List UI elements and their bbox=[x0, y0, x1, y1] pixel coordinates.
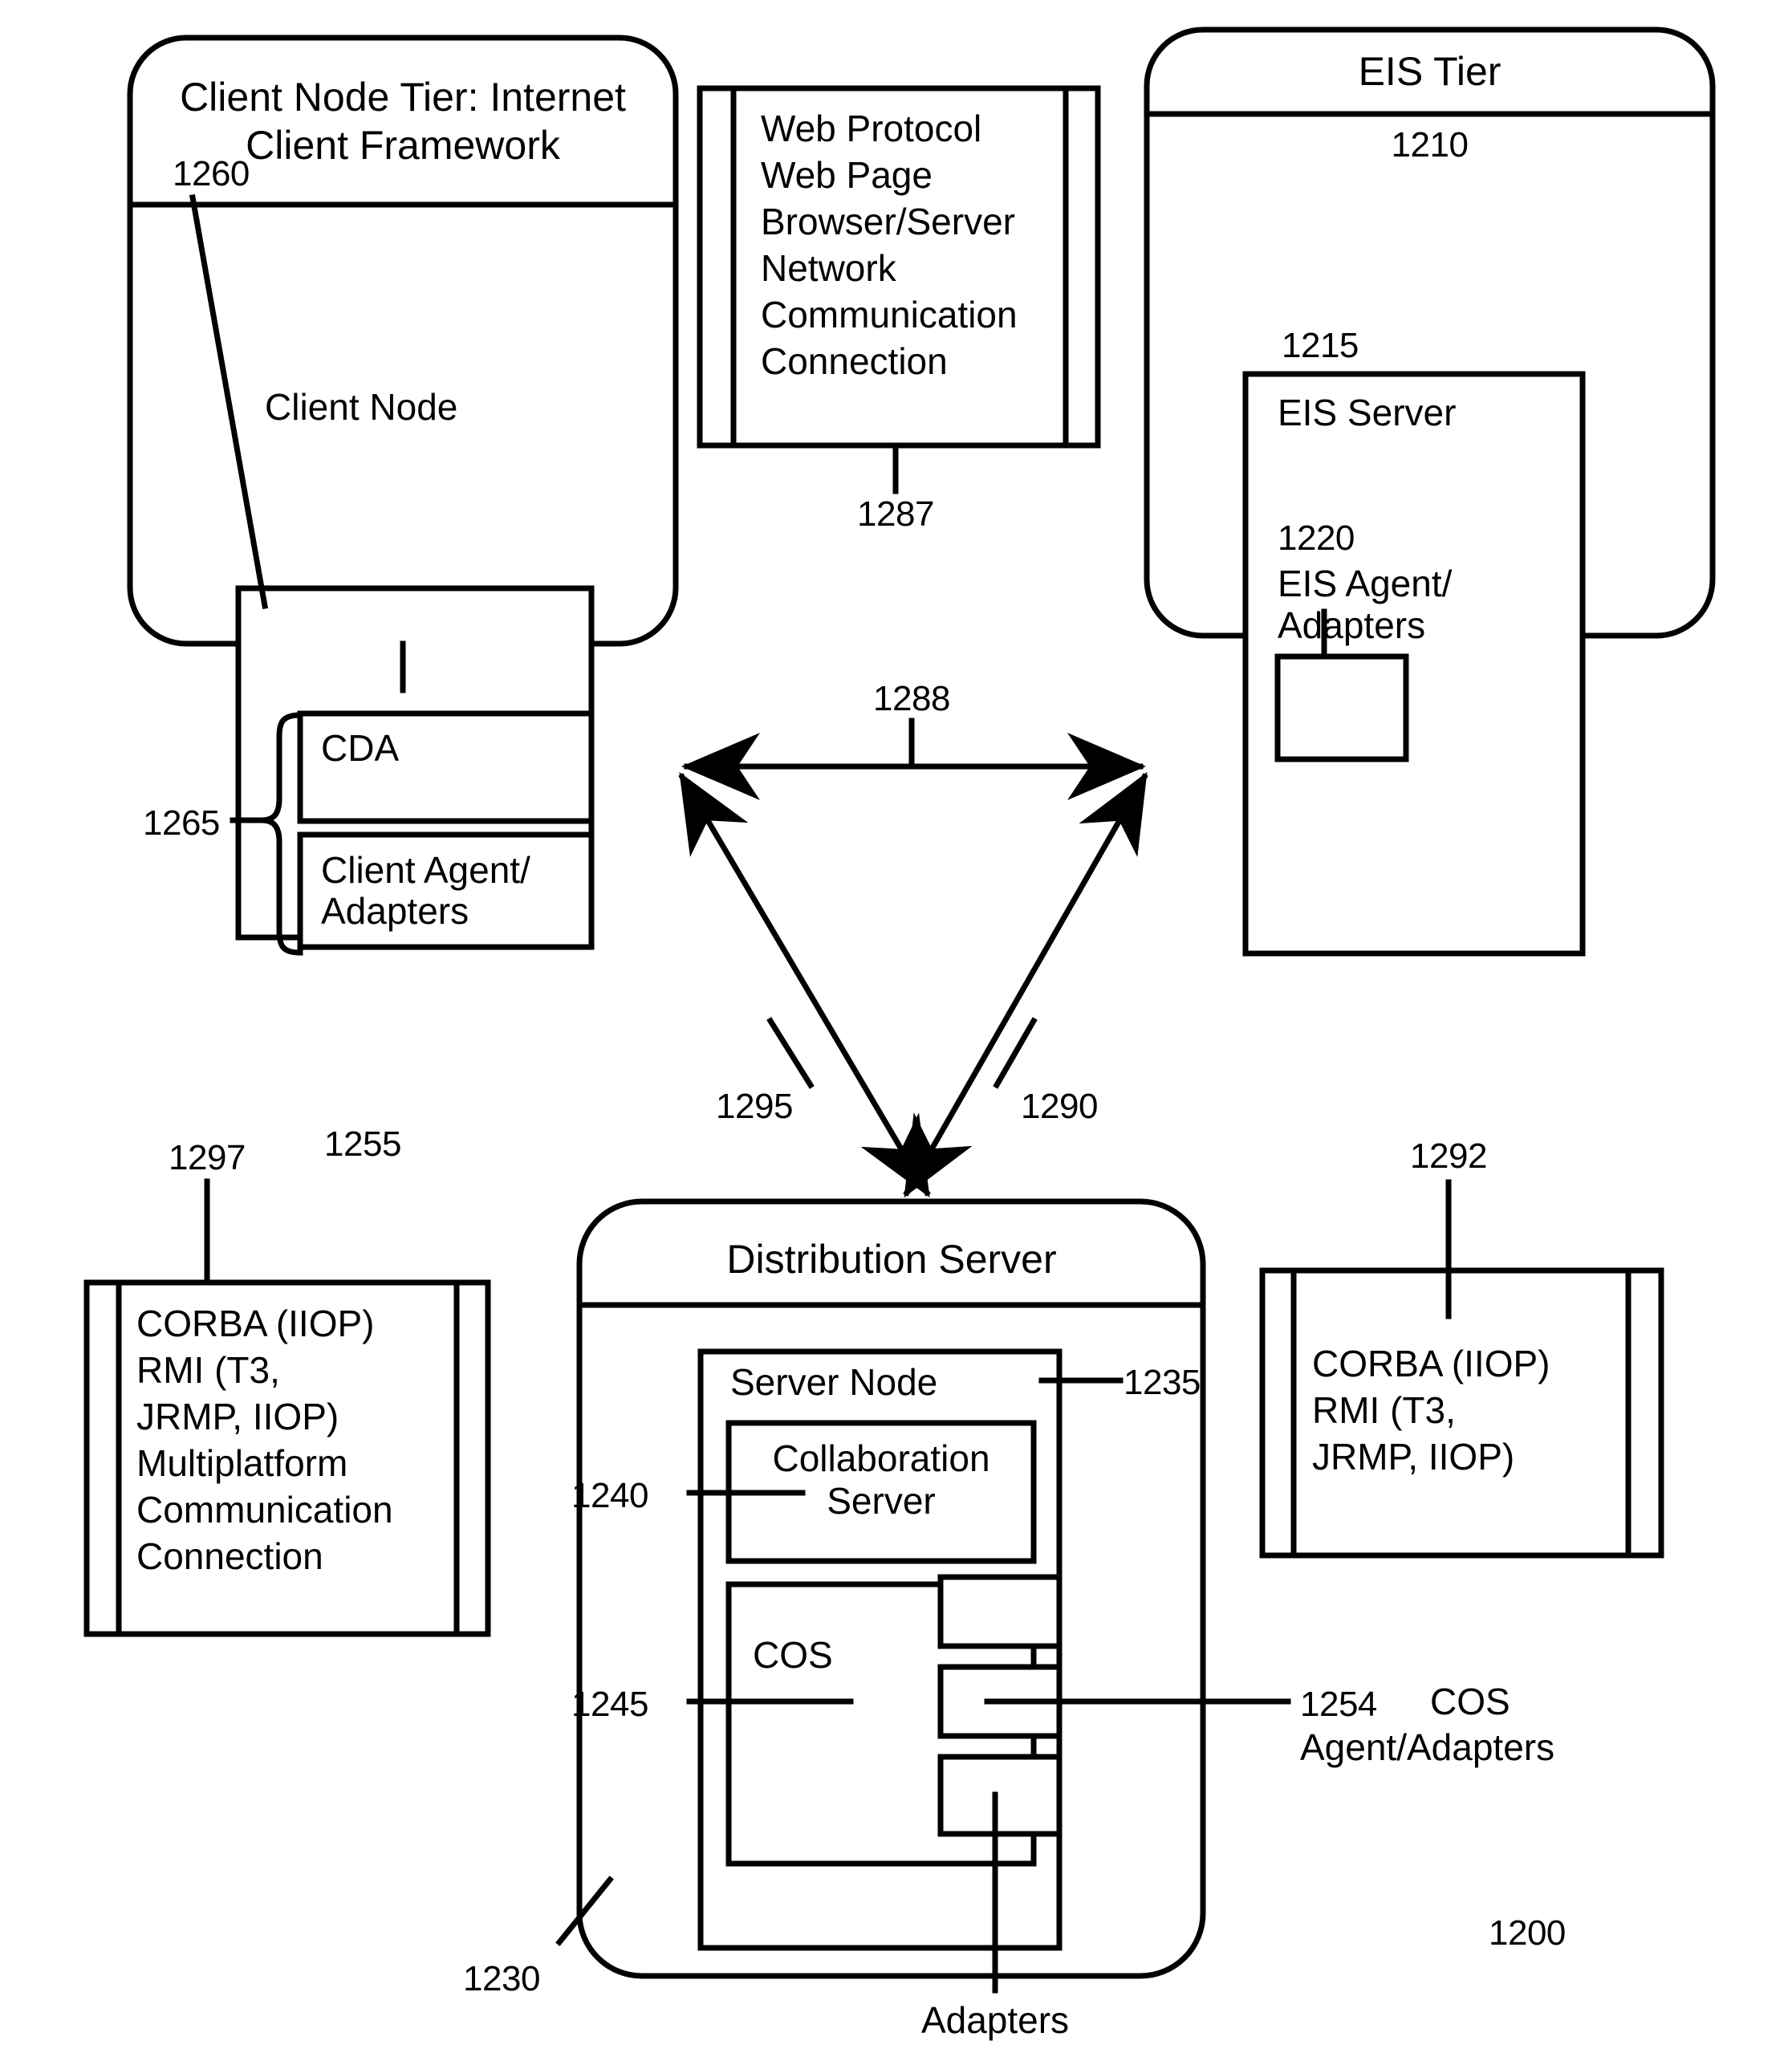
ref-1255: 1255 bbox=[324, 1124, 401, 1164]
corba-left-line-3: JRMP, IIOP) bbox=[136, 1396, 339, 1437]
client-agent-label-line1: Client Agent/ bbox=[321, 849, 530, 891]
eis-tier-outline bbox=[1144, 26, 1716, 639]
distribution-server-outline bbox=[576, 1198, 1206, 1979]
cos-adapter-box-3 bbox=[937, 1754, 1063, 1837]
corba-right-line-2: RMI (T3, bbox=[1312, 1389, 1456, 1431]
cos-label: COS bbox=[753, 1634, 833, 1676]
eis-server-label: EIS Server bbox=[1278, 392, 1457, 433]
corba-right-line-1: CORBA (IIOP) bbox=[1312, 1343, 1550, 1384]
ref-1200: 1200 bbox=[1489, 1913, 1566, 1953]
web-protocol-line-5: Communication bbox=[761, 294, 1018, 335]
cda-label: CDA bbox=[321, 727, 400, 769]
cos-agent-label-line1: COS bbox=[1430, 1681, 1510, 1722]
web-protocol-line-2: Web Page bbox=[761, 154, 933, 196]
corba-left-line-1: CORBA (IIOP) bbox=[136, 1303, 375, 1344]
web-protocol-line-4: Network bbox=[761, 247, 896, 289]
brace-1265 bbox=[261, 712, 303, 956]
ref-1240: 1240 bbox=[571, 1476, 648, 1515]
collaboration-server-line1: Collaboration bbox=[772, 1437, 990, 1479]
leader-1290 bbox=[993, 1017, 1038, 1089]
ref-1290: 1290 bbox=[1021, 1087, 1098, 1126]
corba-left-line-6: Connection bbox=[136, 1535, 323, 1577]
client-tier-title-line1: Client Node Tier: Internet bbox=[180, 75, 626, 120]
ref-1210: 1210 bbox=[1391, 125, 1469, 165]
ref-1220: 1220 bbox=[1278, 518, 1355, 558]
cos-adapter-box-2 bbox=[937, 1664, 1063, 1739]
arrow-1295-line bbox=[678, 771, 931, 1198]
leader-1295 bbox=[766, 1017, 815, 1089]
cos-agent-label-line2: Agent/Adapters bbox=[1300, 1726, 1555, 1768]
ref-1260: 1260 bbox=[173, 154, 250, 193]
distribution-server-title: Distribution Server bbox=[726, 1237, 1057, 1282]
client-node-label: Client Node bbox=[265, 386, 458, 428]
collaboration-server-line2: Server bbox=[827, 1480, 936, 1522]
eis-server-outline bbox=[1242, 371, 1586, 957]
client-agent-label-line2: Adapters bbox=[321, 890, 469, 932]
ref-1288: 1288 bbox=[873, 679, 950, 718]
corba-left-line-5: Communication bbox=[136, 1489, 393, 1531]
web-protocol-line-6: Connection bbox=[761, 340, 948, 382]
ref-1230: 1230 bbox=[463, 1959, 540, 1998]
arrow-1290-line bbox=[903, 771, 1148, 1198]
corba-left-line-2: RMI (T3, bbox=[136, 1349, 280, 1391]
web-protocol-line-3: Browser/Server bbox=[761, 201, 1015, 242]
eis-agent-box bbox=[1274, 653, 1409, 762]
ref-1292: 1292 bbox=[1410, 1136, 1487, 1176]
eis-tier-title: EIS Tier bbox=[1358, 49, 1501, 94]
ref-1297: 1297 bbox=[169, 1138, 246, 1177]
web-protocol-line-1: Web Protocol bbox=[761, 108, 982, 149]
corba-left-line-4: Multiplatform bbox=[136, 1442, 348, 1484]
adapters-label: Adapters bbox=[920, 1999, 1070, 2041]
leader-1230 bbox=[555, 1876, 614, 1946]
server-node-label: Server Node bbox=[730, 1361, 938, 1403]
eis-agent-label-line2: Adapters bbox=[1278, 604, 1426, 646]
cos-box bbox=[725, 1581, 1037, 1867]
corba-right-line-3: JRMP, IIOP) bbox=[1312, 1436, 1515, 1478]
ref-1295: 1295 bbox=[716, 1087, 793, 1126]
ref-1265: 1265 bbox=[143, 803, 220, 843]
ref-1235: 1235 bbox=[1124, 1363, 1201, 1402]
ref-1245: 1245 bbox=[571, 1685, 648, 1724]
patent-figure: Client Node Tier: Internet Client Framew… bbox=[0, 0, 1792, 2053]
ref-1287: 1287 bbox=[857, 494, 934, 534]
ref-1215: 1215 bbox=[1282, 326, 1359, 365]
leader-1260 bbox=[189, 193, 269, 610]
eis-agent-label-line1: EIS Agent/ bbox=[1278, 563, 1453, 604]
ref-1254: 1254 bbox=[1300, 1685, 1377, 1724]
cos-adapter-box-1 bbox=[937, 1574, 1063, 1649]
